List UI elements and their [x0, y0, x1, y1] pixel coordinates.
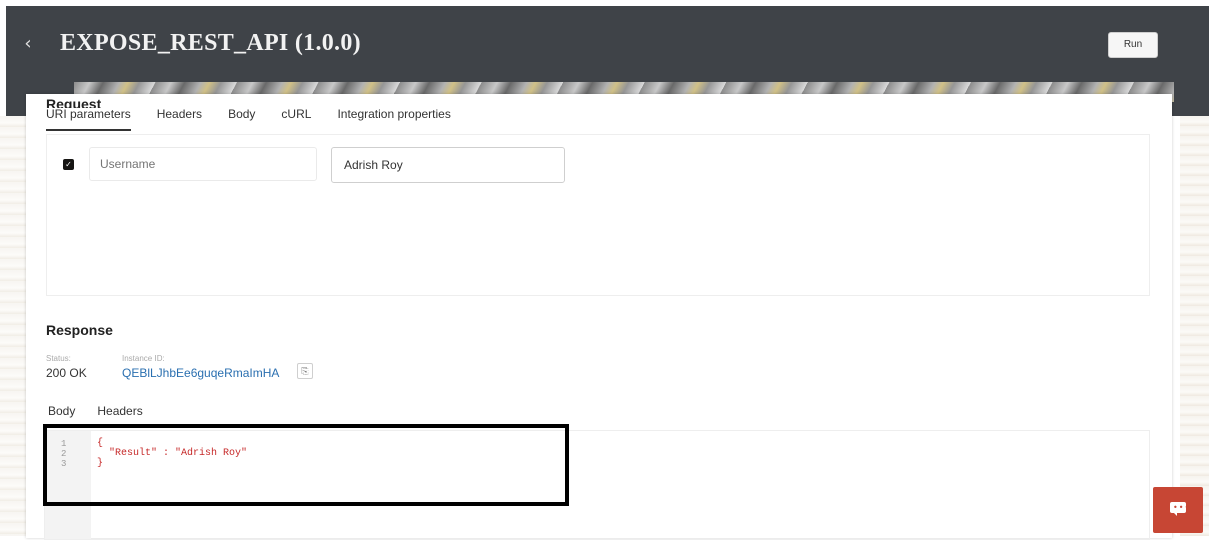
- chat-dots-icon: •••: [1173, 503, 1191, 512]
- chat-button[interactable]: •••: [1153, 487, 1203, 533]
- page-title: EXPOSE_REST_API (1.0.0): [60, 30, 361, 56]
- tab-curl[interactable]: cURL: [281, 107, 311, 131]
- tab-response-headers[interactable]: Headers: [97, 404, 142, 418]
- highlight-annotation: [43, 424, 569, 506]
- chevron-left-icon[interactable]: ‹: [20, 34, 36, 54]
- request-tabs: URI parameters Headers Body cURL Integra…: [46, 107, 477, 131]
- tab-response-body[interactable]: Body: [48, 404, 75, 418]
- instance-id-label: Instance ID:: [122, 354, 165, 363]
- param-enabled-checkbox[interactable]: ✓: [63, 159, 74, 170]
- status-value: 200 OK: [46, 366, 87, 380]
- response-heading: Response: [46, 322, 113, 338]
- response-tabs: Body Headers: [48, 404, 165, 418]
- param-value-input[interactable]: [331, 147, 565, 183]
- background-texture-left: [0, 116, 26, 536]
- background-texture-right: [1180, 116, 1209, 536]
- tab-uri-parameters[interactable]: URI parameters: [46, 107, 131, 131]
- copy-icon[interactable]: ⎘: [297, 363, 313, 379]
- tab-headers[interactable]: Headers: [157, 107, 202, 131]
- instance-id-link[interactable]: QEBlLJhbEe6guqeRmaImHA: [122, 366, 279, 380]
- tab-integration-properties[interactable]: Integration properties: [337, 107, 450, 131]
- run-button[interactable]: Run: [1108, 32, 1158, 58]
- param-name-input[interactable]: [89, 147, 317, 181]
- tab-body[interactable]: Body: [228, 107, 255, 131]
- status-label: Status:: [46, 354, 71, 363]
- uri-parameters-panel: ✓: [46, 134, 1150, 296]
- header-edge: [1174, 6, 1209, 116]
